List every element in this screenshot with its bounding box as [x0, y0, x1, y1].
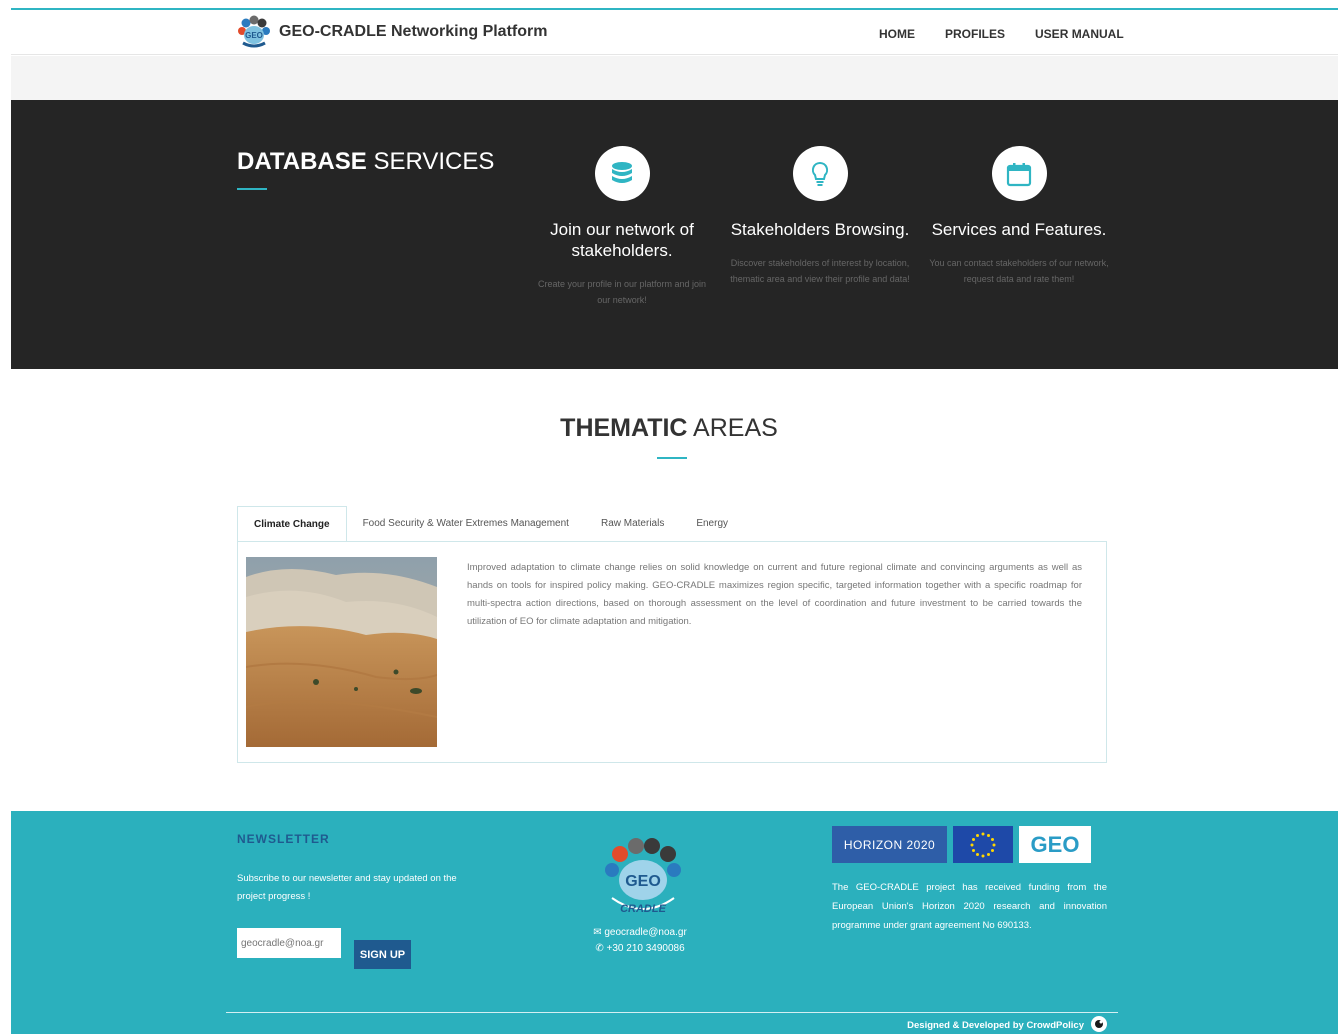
contact-phone: ✆ +30 210 3490086 [540, 941, 740, 957]
eu-flag-icon [953, 826, 1013, 863]
database-title-light: SERVICES [373, 148, 495, 175]
brand[interactable]: GEO GEO-CRADLE Networking Platform [237, 15, 547, 49]
feature-text: Create your profile in our platform and … [537, 279, 707, 305]
thematic-title-underline [657, 457, 687, 459]
thematic-areas-title: THEMATIC AREAS [0, 414, 1338, 443]
horizon-2020-logo: HORIZON 2020 [832, 826, 947, 863]
feature-text: Discover stakeholders of interest by loc… [730, 258, 910, 284]
calendar-icon [991, 146, 1047, 201]
contact-email[interactable]: ✉ geocradle@noa.gr [540, 925, 740, 941]
contact-email-text: geocradle@noa.gr [604, 927, 687, 938]
newsletter-email-input[interactable] [237, 928, 341, 958]
nav-spacer [11, 56, 1338, 100]
lightbulb-icon [792, 146, 848, 201]
navbar: GEO GEO-CRADLE Networking Platform HOME … [11, 10, 1338, 59]
tab-panel-climate-change: Improved adaptation to climate change re… [237, 541, 1107, 763]
climate-change-description: Improved adaptation to climate change re… [467, 562, 1082, 627]
sign-up-button[interactable]: SIGN UP [354, 940, 411, 969]
database-title-bold: DATABASE [237, 148, 367, 175]
thematic-title-light: AREAS [693, 414, 778, 442]
thematic-tabs: Climate Change Food Security & Water Ext… [237, 506, 744, 542]
crowdpolicy-logo-icon [1090, 1015, 1108, 1034]
feature-title: Stakeholders Browsing. [730, 220, 910, 239]
database-title-underline [237, 188, 267, 190]
thematic-title-bold: THEMATIC [560, 414, 688, 442]
svg-text:GEO: GEO [245, 31, 263, 40]
funder-logos: HORIZON 2020 GEO [832, 826, 1091, 863]
nav-user-manual[interactable]: USER MANUAL [1020, 10, 1139, 55]
database-services-title: DATABASE SERVICES [237, 148, 494, 176]
database-icon [594, 146, 650, 201]
contact-info: ✉ geocradle@noa.gr ✆ +30 210 3490086 [540, 925, 740, 957]
tab-energy[interactable]: Energy [680, 506, 744, 542]
feature-title: Services and Features. [931, 220, 1107, 239]
funding-statement: The GEO-CRADLE project has received fund… [832, 882, 1107, 931]
tab-raw-materials[interactable]: Raw Materials [585, 506, 680, 542]
envelope-icon: ✉ [593, 927, 602, 938]
cradle-logo-icon: GEO CRADLE [596, 836, 688, 920]
feature-title: Join our network of stakeholders. [550, 220, 694, 260]
tab-climate-change[interactable]: Climate Change [237, 506, 347, 542]
tab-food-security[interactable]: Food Security & Water Extremes Managemen… [347, 506, 585, 542]
brand-title: GEO-CRADLE Networking Platform [279, 23, 548, 40]
footer-divider [226, 1012, 1118, 1013]
geo-cradle-logo-icon: GEO [237, 15, 271, 49]
nav-home[interactable]: HOME [864, 10, 930, 59]
svg-text:GEO: GEO [625, 873, 661, 890]
feature-text: You can contact stakeholders of our netw… [929, 258, 1109, 284]
footer-credit[interactable]: Designed & Developed by CrowdPolicy [907, 1015, 1108, 1034]
newsletter-title: NEWSLETTER [237, 832, 330, 846]
credit-text: Designed & Developed by CrowdPolicy [907, 1020, 1084, 1031]
feature-stakeholders-browsing: Stakeholders Browsing. Discover stakehol… [730, 146, 910, 287]
nav-profiles[interactable]: PROFILES [930, 10, 1020, 55]
phone-icon: ✆ [595, 943, 604, 954]
sandstorm-desert-image [246, 557, 437, 747]
newsletter-text: Subscribe to our newsletter and stay upd… [237, 873, 457, 902]
main-menu: HOME PROFILES USER MANUAL [864, 10, 1139, 59]
contact-phone-text: +30 210 3490086 [606, 943, 685, 954]
svg-text:CRADLE: CRADLE [620, 903, 666, 915]
feature-services: Services and Features. You can contact s… [929, 146, 1109, 287]
feature-join-network: Join our network of stakeholders. Create… [532, 146, 712, 308]
geo-logo: GEO [1019, 826, 1091, 863]
